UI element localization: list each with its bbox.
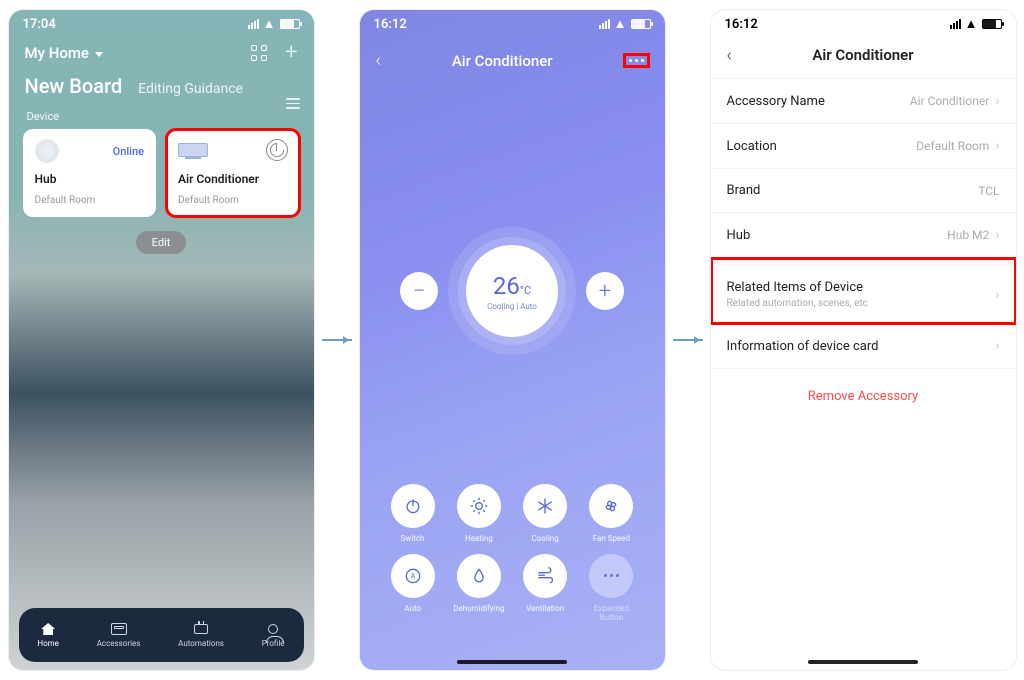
- screen-ac-settings: 16:12 ▲ ‹ Air Conditioner Accessory Name…: [711, 10, 1016, 670]
- page-title: Air Conditioner: [452, 52, 553, 70]
- back-button[interactable]: ‹: [376, 50, 381, 71]
- chevron-right-icon: ›: [995, 138, 999, 154]
- device-section-label: Device: [9, 100, 314, 129]
- row-brand: Brand TCL: [711, 169, 1016, 213]
- row-hub[interactable]: Hub Hub M2›: [711, 213, 1016, 258]
- clock: 16:12: [374, 17, 407, 32]
- edit-button[interactable]: Edit: [136, 231, 187, 254]
- row-related-items[interactable]: Related Items of Device Related automati…: [711, 258, 1016, 324]
- home-selector[interactable]: My Home: [25, 44, 103, 62]
- home-indicator: [457, 660, 567, 664]
- more-icon[interactable]: [624, 54, 649, 67]
- device-room: Default Room: [35, 195, 96, 206]
- device-room: Default Room: [178, 195, 239, 206]
- temp-value: 26: [493, 272, 520, 300]
- device-card-ac[interactable]: Air Conditioner Default Room: [166, 129, 300, 217]
- status-bar: 16:12 ▲: [711, 10, 1016, 38]
- row-info-card[interactable]: Information of device card ›: [711, 324, 1016, 369]
- ac-icon: [178, 143, 208, 157]
- clock: 17:04: [23, 17, 56, 32]
- ctrl-auto[interactable]: AAuto: [384, 554, 442, 622]
- svg-text:A: A: [410, 571, 415, 580]
- ctrl-cooling[interactable]: Cooling: [516, 484, 574, 543]
- chevron-right-icon: ›: [995, 227, 999, 243]
- ctrl-switch[interactable]: Switch: [384, 484, 442, 543]
- screen-home: 17:04 ▲ My Home + New Board Editing Guid…: [9, 10, 314, 670]
- temp-unit: °C: [520, 284, 531, 297]
- tab-automations[interactable]: Automations: [178, 622, 224, 648]
- device-card-hub[interactable]: Online Hub Default Room: [23, 129, 157, 217]
- device-title: Air Conditioner: [178, 172, 288, 186]
- battery-icon: [982, 19, 1002, 29]
- tab-bar: Home Accessories Automations Profile: [19, 608, 304, 662]
- arrow-icon: [673, 339, 703, 341]
- power-icon[interactable]: [266, 139, 288, 161]
- tab-home[interactable]: Home: [37, 622, 59, 648]
- chevron-right-icon: ›: [995, 287, 999, 303]
- chevron-right-icon: ›: [995, 338, 999, 354]
- signal-icon: [248, 19, 259, 29]
- ctrl-fan-speed[interactable]: Fan Speed: [582, 484, 640, 543]
- ctrl-dehumidifying[interactable]: Dehumidifying: [450, 554, 508, 622]
- ctrl-heating[interactable]: Heating: [450, 484, 508, 543]
- home-name: My Home: [25, 44, 89, 62]
- grid-icon[interactable]: [251, 45, 267, 61]
- battery-icon: [631, 19, 651, 29]
- status-online: Online: [113, 145, 144, 158]
- battery-icon: [280, 19, 300, 29]
- signal-icon: [950, 19, 961, 29]
- wifi-icon: ▲: [263, 16, 276, 32]
- ctrl-expanded[interactable]: Expanded Button: [582, 554, 640, 622]
- row-accessory-name[interactable]: Accessory Name Air Conditioner›: [711, 79, 1016, 124]
- temp-dial[interactable]: 26°C Cooling | Auto: [458, 237, 566, 345]
- chevron-right-icon: ›: [995, 93, 999, 109]
- back-button[interactable]: ‹: [727, 45, 732, 66]
- temp-minus-button[interactable]: −: [400, 272, 438, 310]
- page-title: Air Conditioner: [812, 46, 913, 64]
- status-bar: 16:12 ▲: [360, 10, 665, 38]
- editing-guidance[interactable]: Editing Guidance: [138, 81, 243, 97]
- wifi-icon: ▲: [614, 16, 627, 32]
- remove-accessory-button[interactable]: Remove Accessory: [711, 369, 1016, 424]
- tab-accessories[interactable]: Accessories: [97, 622, 141, 648]
- add-icon[interactable]: +: [285, 46, 297, 60]
- wifi-icon: ▲: [965, 16, 978, 32]
- temp-plus-button[interactable]: +: [586, 272, 624, 310]
- row-location[interactable]: Location Default Room›: [711, 124, 1016, 169]
- ctrl-ventilation[interactable]: Ventilation: [516, 554, 574, 622]
- status-bar: 17:04 ▲: [9, 10, 314, 38]
- screen-ac-control: 16:12 ▲ ‹ Air Conditioner − 26°C Cooling…: [360, 10, 665, 670]
- arrow-icon: [322, 339, 352, 341]
- mode-label: Cooling | Auto: [487, 302, 537, 311]
- device-title: Hub: [35, 172, 145, 186]
- signal-icon: [599, 19, 610, 29]
- caret-down-icon: [95, 52, 103, 61]
- clock: 16:12: [725, 17, 758, 32]
- tab-profile[interactable]: Profile: [262, 622, 285, 648]
- board-title: New Board: [25, 74, 123, 98]
- hub-icon: [35, 139, 59, 163]
- home-indicator: [808, 660, 918, 664]
